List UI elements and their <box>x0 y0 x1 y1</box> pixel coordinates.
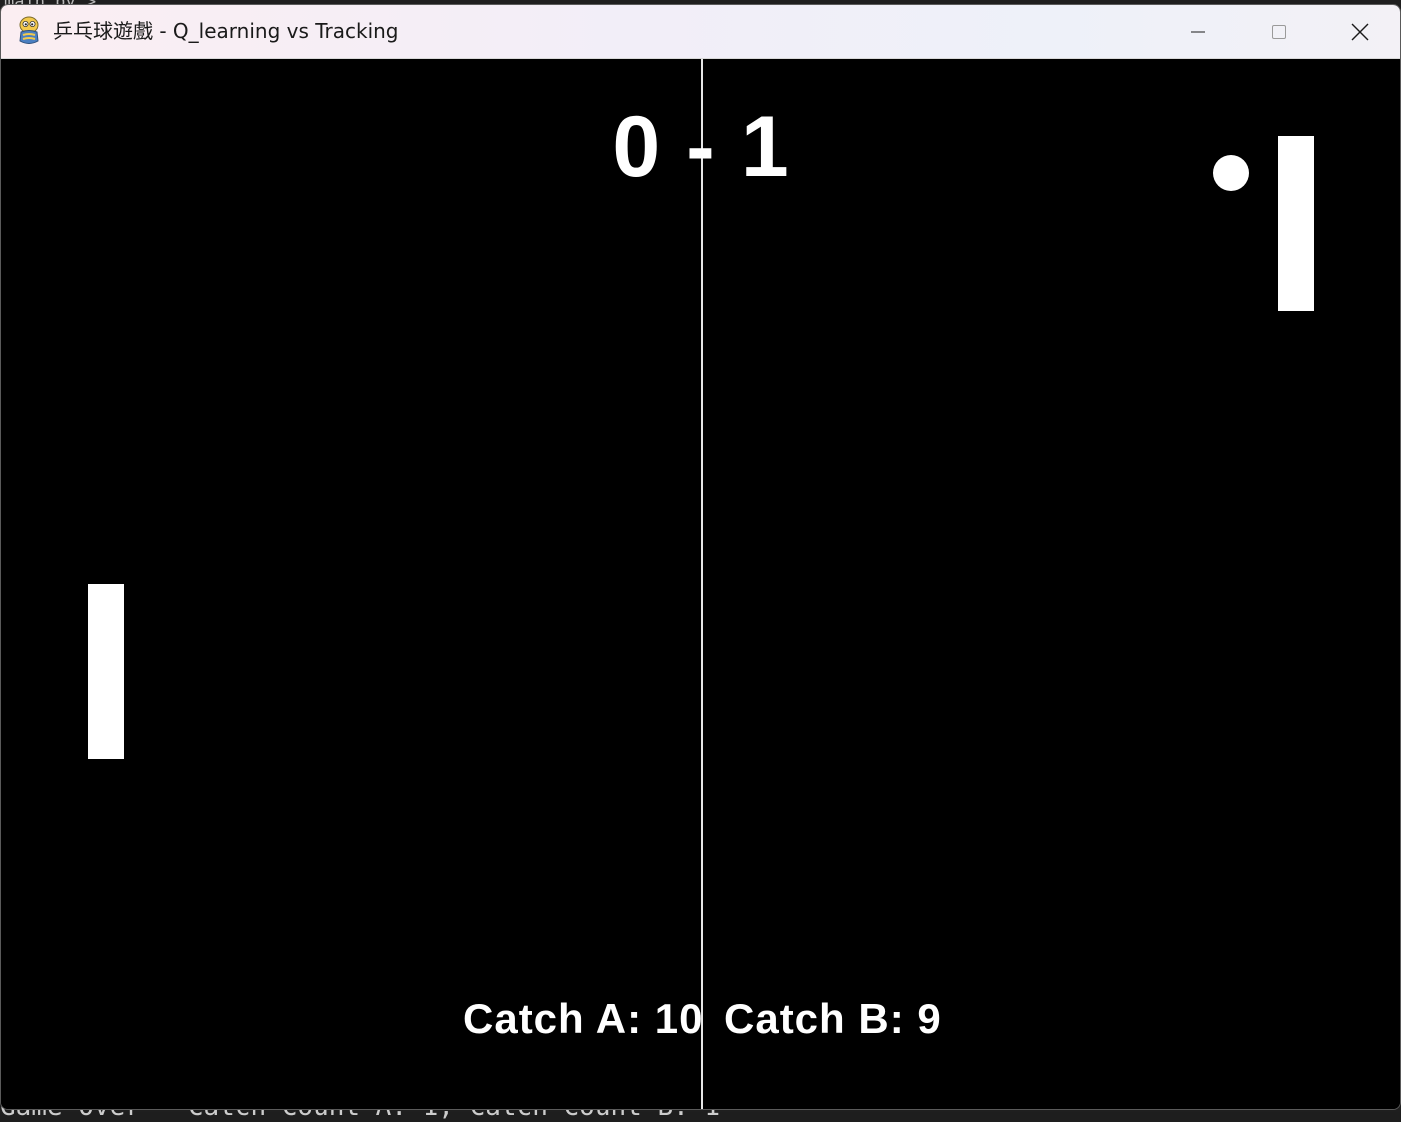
game-window: 乒乓球遊戲 - Q_learning vs Tracking 0-1 Catch <box>0 4 1401 1110</box>
game-canvas[interactable]: 0-1 Catch A: 10 Catch B: 9 <box>1 59 1400 1109</box>
center-net-line <box>701 59 703 1109</box>
scoreboard: 0-1 <box>1 97 1400 197</box>
maximize-icon <box>1272 24 1286 39</box>
ball <box>1213 155 1249 191</box>
score-left: 0 <box>612 99 665 195</box>
close-icon <box>1351 23 1369 40</box>
right-paddle <box>1278 136 1314 311</box>
pygame-snake-icon <box>19 16 39 44</box>
minimize-icon <box>1191 31 1205 32</box>
window-title: 乒乓球遊戲 - Q_learning vs Tracking <box>53 19 399 43</box>
score-right: 1 <box>740 99 793 195</box>
score-separator: - <box>686 99 719 195</box>
maximize-button[interactable] <box>1239 5 1319 58</box>
minimize-button[interactable] <box>1158 5 1238 58</box>
window-titlebar[interactable]: 乒乓球遊戲 - Q_learning vs Tracking <box>1 5 1400 59</box>
left-paddle <box>88 584 124 759</box>
catch-count-b: Catch B: 9 <box>724 995 942 1042</box>
close-button[interactable] <box>1320 5 1400 58</box>
catch-count-a: Catch A: 10 <box>463 995 704 1042</box>
